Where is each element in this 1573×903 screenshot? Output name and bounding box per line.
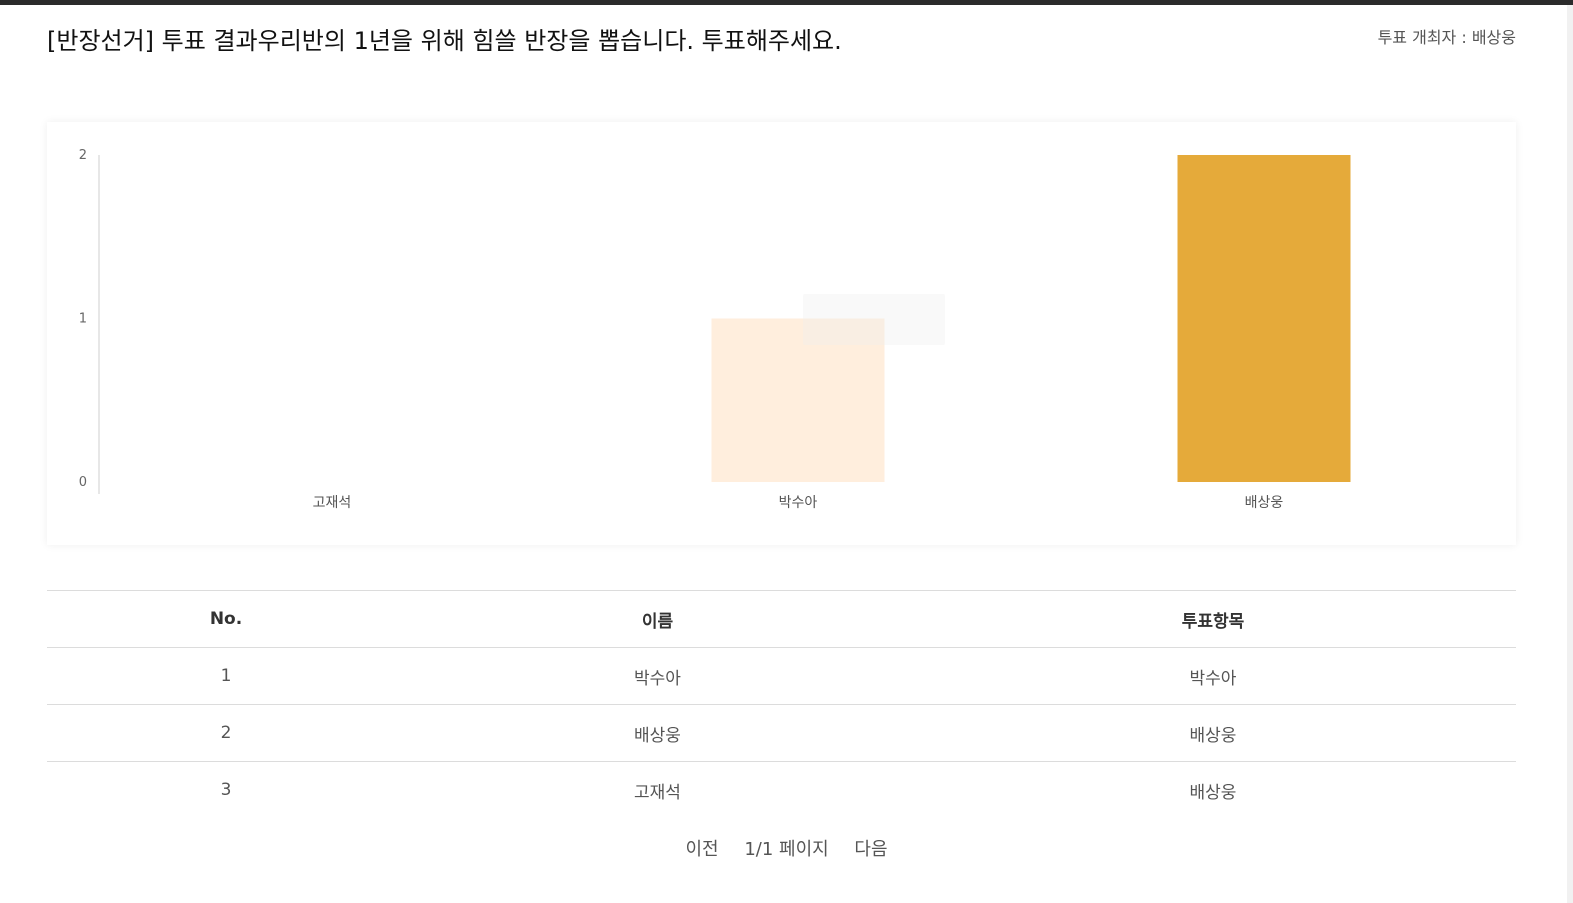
chart-tooltip	[803, 294, 945, 345]
row-name: 배상웅	[405, 704, 910, 762]
row-no: 1	[47, 647, 405, 705]
y-tick-label: 1	[79, 312, 87, 327]
vote-host: 투표 개최자 : 배상웅	[1377, 28, 1516, 47]
x-category-label: 배상웅	[1245, 495, 1284, 511]
header-no: No.	[47, 590, 405, 648]
results-table: No. 이름 투표항목 1 박수아 박수아 2 배상웅 배상웅 3 고재석 배상…	[47, 590, 1516, 818]
table-row: 2 배상웅 배상웅	[47, 704, 1516, 762]
y-tick-label: 2	[79, 148, 87, 163]
row-vote-item: 배상웅	[910, 761, 1516, 818]
header-name: 이름	[405, 590, 910, 648]
row-no: 2	[47, 704, 405, 762]
row-vote-item: 배상웅	[910, 704, 1516, 762]
row-no: 3	[47, 761, 405, 818]
scrollbar[interactable]	[1567, 5, 1573, 903]
chart-card: 0 1 2 고재석 박수아 배상웅	[47, 122, 1516, 545]
row-vote-item: 박수아	[910, 647, 1516, 705]
x-category-label: 고재석	[313, 495, 352, 511]
row-name: 고재석	[405, 761, 910, 818]
pagination: 이전 1/1 페이지 다음	[0, 835, 1573, 861]
bar-chart: 0 1 2 고재석 박수아 배상웅	[79, 148, 1351, 511]
next-page-button[interactable]: 다음	[854, 835, 887, 861]
page-indicator: 1/1 페이지	[744, 839, 829, 860]
page-title: [반장선거] 투표 결과우리반의 1년을 위해 힘쓸 반장을 뽑습니다. 투표해…	[47, 27, 842, 55]
row-name: 박수아	[405, 647, 910, 705]
bar-3[interactable]	[1177, 155, 1351, 482]
table-row: 3 고재석 배상웅	[47, 761, 1516, 818]
y-tick-label: 0	[79, 475, 87, 490]
prev-page-button[interactable]: 이전	[685, 835, 718, 861]
x-category-label: 박수아	[779, 495, 818, 511]
header-vote-item: 투표항목	[910, 590, 1516, 648]
table-header-row: No. 이름 투표항목	[47, 590, 1516, 648]
table-row: 1 박수아 박수아	[47, 647, 1516, 705]
top-bar	[0, 0, 1573, 5]
